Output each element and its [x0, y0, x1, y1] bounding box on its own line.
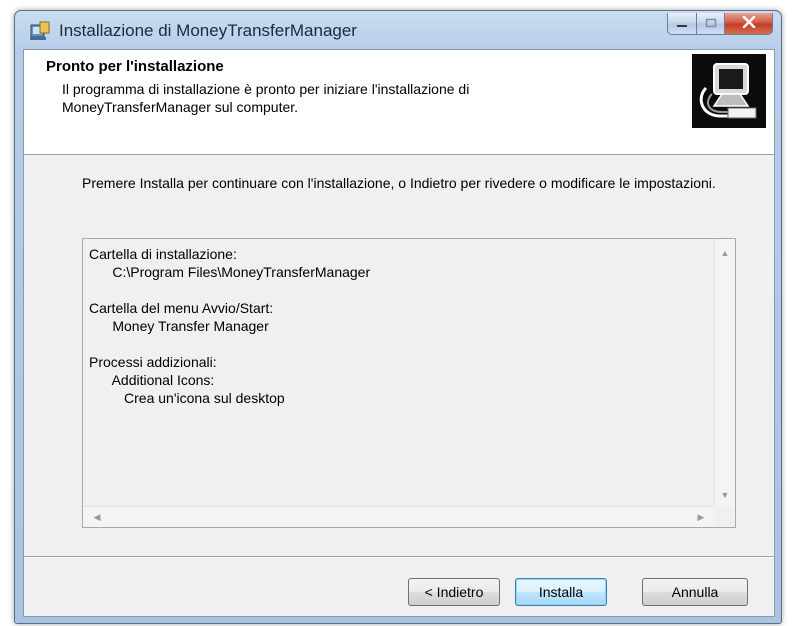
caption-buttons	[667, 13, 773, 35]
summary-line	[89, 335, 370, 353]
maximize-button[interactable]	[697, 13, 725, 35]
scroll-down-icon[interactable]: ▼	[715, 485, 735, 505]
summary-line: C:\Program Files\MoneyTransferManager	[89, 264, 371, 280]
minimize-icon	[676, 15, 688, 33]
summary-line: Processi addizionali:	[89, 354, 217, 370]
close-button[interactable]	[725, 13, 773, 35]
summary-line	[89, 281, 370, 299]
wizard-header: Pronto per l'installazione Il programma …	[24, 50, 774, 155]
summary-memo[interactable]: Cartella di installazione: C:\Program Fi…	[82, 238, 736, 528]
install-button[interactable]: Installa	[515, 578, 607, 606]
summary-line: Cartella del menu Avvio/Start:	[89, 300, 274, 316]
instruction-text: Premere Installa per continuare con l'in…	[82, 175, 716, 191]
vertical-scrollbar[interactable]: ▲ ▼	[714, 239, 735, 509]
close-icon	[742, 15, 756, 33]
installer-window: Installazione di MoneyTransferManager Pr…	[14, 10, 782, 624]
summary-line: Cartella di installazione:	[89, 246, 237, 262]
minimize-button[interactable]	[667, 13, 697, 35]
summary-line: Additional Icons:	[89, 372, 215, 388]
window-title: Installazione di MoneyTransferManager	[59, 21, 357, 40]
maximize-icon	[705, 15, 717, 33]
scroll-right-icon[interactable]: ▶	[691, 507, 711, 527]
scroll-up-icon[interactable]: ▲	[715, 243, 735, 263]
page-title: Pronto per l'installazione	[46, 58, 224, 75]
footer-separator	[24, 556, 774, 558]
summary-content: Cartella di installazione: C:\Program Fi…	[89, 245, 370, 407]
back-button[interactable]: < Indietro	[408, 578, 500, 606]
title-bar[interactable]: Installazione di MoneyTransferManager	[15, 11, 781, 49]
page-description: Il programma di installazione è pronto p…	[62, 81, 470, 115]
summary-line: Crea un'icona sul desktop	[89, 390, 285, 406]
summary-line: Money Transfer Manager	[89, 318, 269, 334]
horizontal-scrollbar[interactable]: ◀ ▶	[83, 506, 715, 527]
computer-install-icon	[692, 54, 766, 128]
scroll-left-icon[interactable]: ◀	[87, 507, 107, 527]
scroll-corner	[715, 507, 735, 527]
installer-icon	[29, 20, 51, 42]
cancel-button[interactable]: Annulla	[642, 578, 748, 606]
dialog-client-area: Pronto per l'installazione Il programma …	[23, 49, 775, 617]
